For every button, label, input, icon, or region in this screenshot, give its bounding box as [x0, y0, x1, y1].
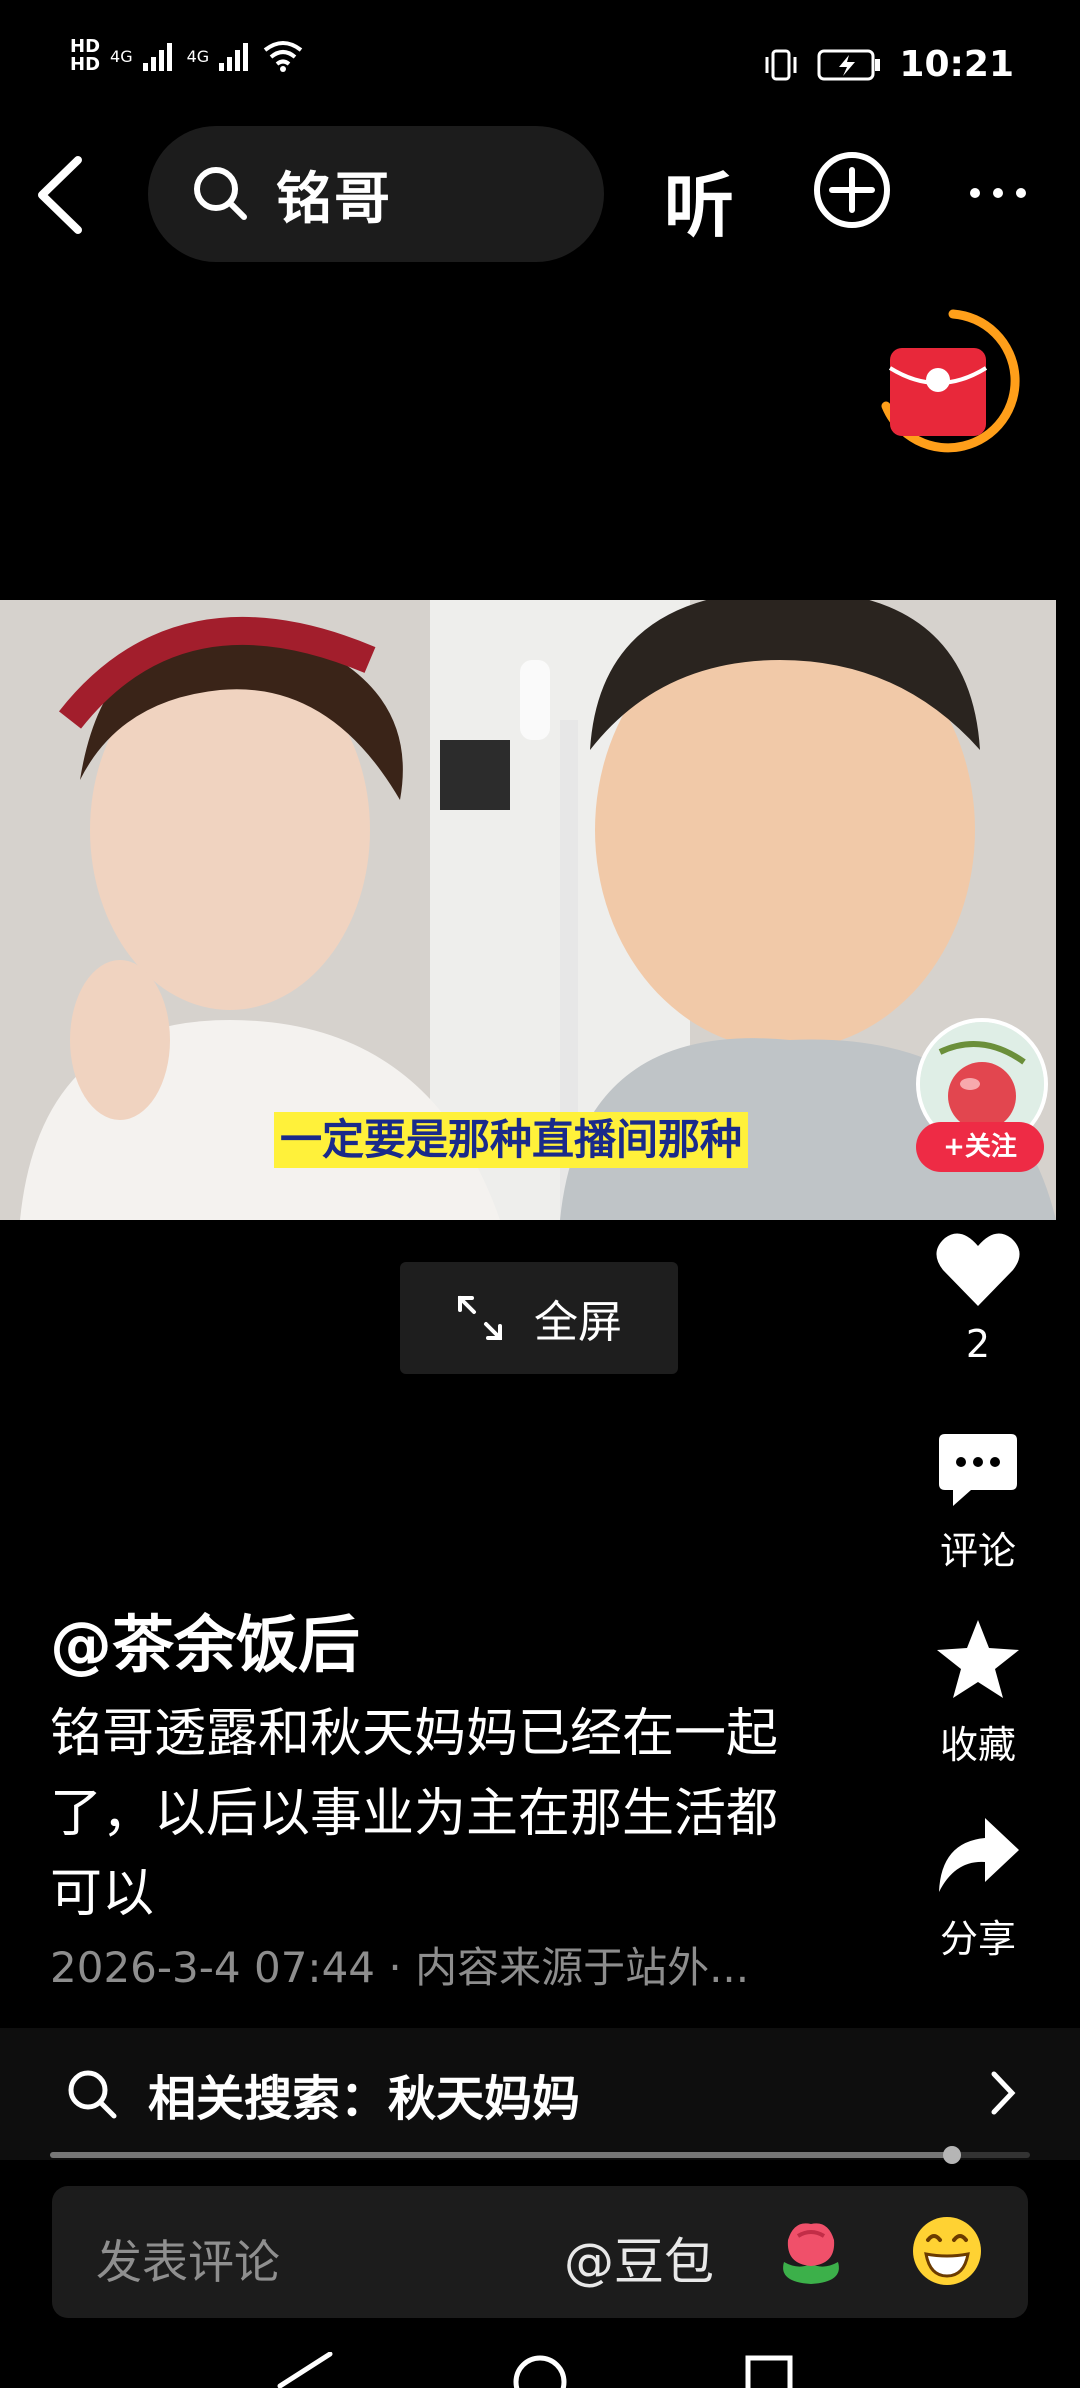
signal-icon [219, 43, 249, 71]
search-query: 铭哥 [276, 166, 392, 232]
fullscreen-button[interactable]: 全屏 [400, 1262, 678, 1374]
nav-back-icon[interactable] [270, 2352, 340, 2388]
status-bar-right: 10:21 [763, 44, 1014, 85]
nav-recents-icon[interactable] [744, 2352, 794, 2388]
favorite-button[interactable]: 收藏 [908, 1618, 1048, 1769]
related-search-bar[interactable]: 相关搜索：秋天妈妈 [0, 2028, 1080, 2160]
star-icon [937, 1620, 1019, 1698]
search-bar[interactable]: 铭哥 [148, 126, 604, 262]
more-icon[interactable] [968, 186, 1028, 200]
expand-icon [458, 1296, 502, 1340]
battery-icon [817, 49, 881, 80]
network-type: 4G [110, 46, 133, 66]
back-icon[interactable] [28, 150, 88, 240]
hd-badges: HD HD [70, 38, 100, 74]
author-name[interactable]: @茶余饭后 [50, 1594, 360, 1684]
search-icon [194, 167, 247, 220]
chevron-right-icon[interactable] [988, 2070, 1018, 2116]
follow-button[interactable]: +关注 [916, 1122, 1044, 1172]
clock: 10:21 [899, 44, 1014, 85]
status-bar-left: HD HD 4G 4G [70, 38, 303, 74]
like-button[interactable]: 2 [908, 1230, 1048, 1366]
rose-emoji-icon[interactable] [774, 2214, 848, 2288]
wifi-icon [263, 41, 303, 72]
nav-home-icon[interactable] [510, 2352, 570, 2388]
comment-icon [939, 1434, 1017, 1506]
fullscreen-label: 全屏 [534, 1297, 622, 1348]
comment-label: 评论 [939, 1529, 1016, 1573]
add-icon[interactable] [812, 150, 892, 230]
share-button[interactable]: 分享 [908, 1814, 1048, 1963]
vibrate-icon [765, 49, 797, 80]
video-caption: 一定要是那种直播间那种 [274, 1112, 749, 1168]
favorite-label: 收藏 [939, 1723, 1016, 1767]
red-packet-icon[interactable] [878, 306, 1028, 456]
related-search-label: 相关搜索：秋天妈妈 [148, 2071, 581, 2127]
search-icon [68, 2070, 117, 2119]
mention-button[interactable]: @豆包 [564, 2222, 714, 2294]
network-type: 4G [186, 46, 210, 66]
comment-button[interactable]: 评论 [908, 1430, 1048, 1575]
like-count: 2 [965, 1322, 991, 1366]
hd-badge: HD [70, 54, 101, 75]
signal-icon [142, 43, 172, 71]
heart-icon [936, 1233, 1020, 1306]
progress-fill [50, 2152, 952, 2158]
comment-placeholder: 发表评论 [96, 2235, 280, 2289]
listen-button[interactable]: 听 [664, 150, 734, 251]
grin-emoji-icon[interactable] [910, 2214, 984, 2288]
post-meta: 2026-3-4 07:44 · 内容来源于站外... [50, 1943, 750, 1992]
post-description: 铭哥透露和秋天妈妈已经在一起了，以后以事业为主在那生活都可以 [50, 1704, 779, 1924]
share-icon [939, 1818, 1019, 1892]
progress-handle[interactable] [942, 2146, 961, 2164]
share-label: 分享 [939, 1917, 1016, 1961]
